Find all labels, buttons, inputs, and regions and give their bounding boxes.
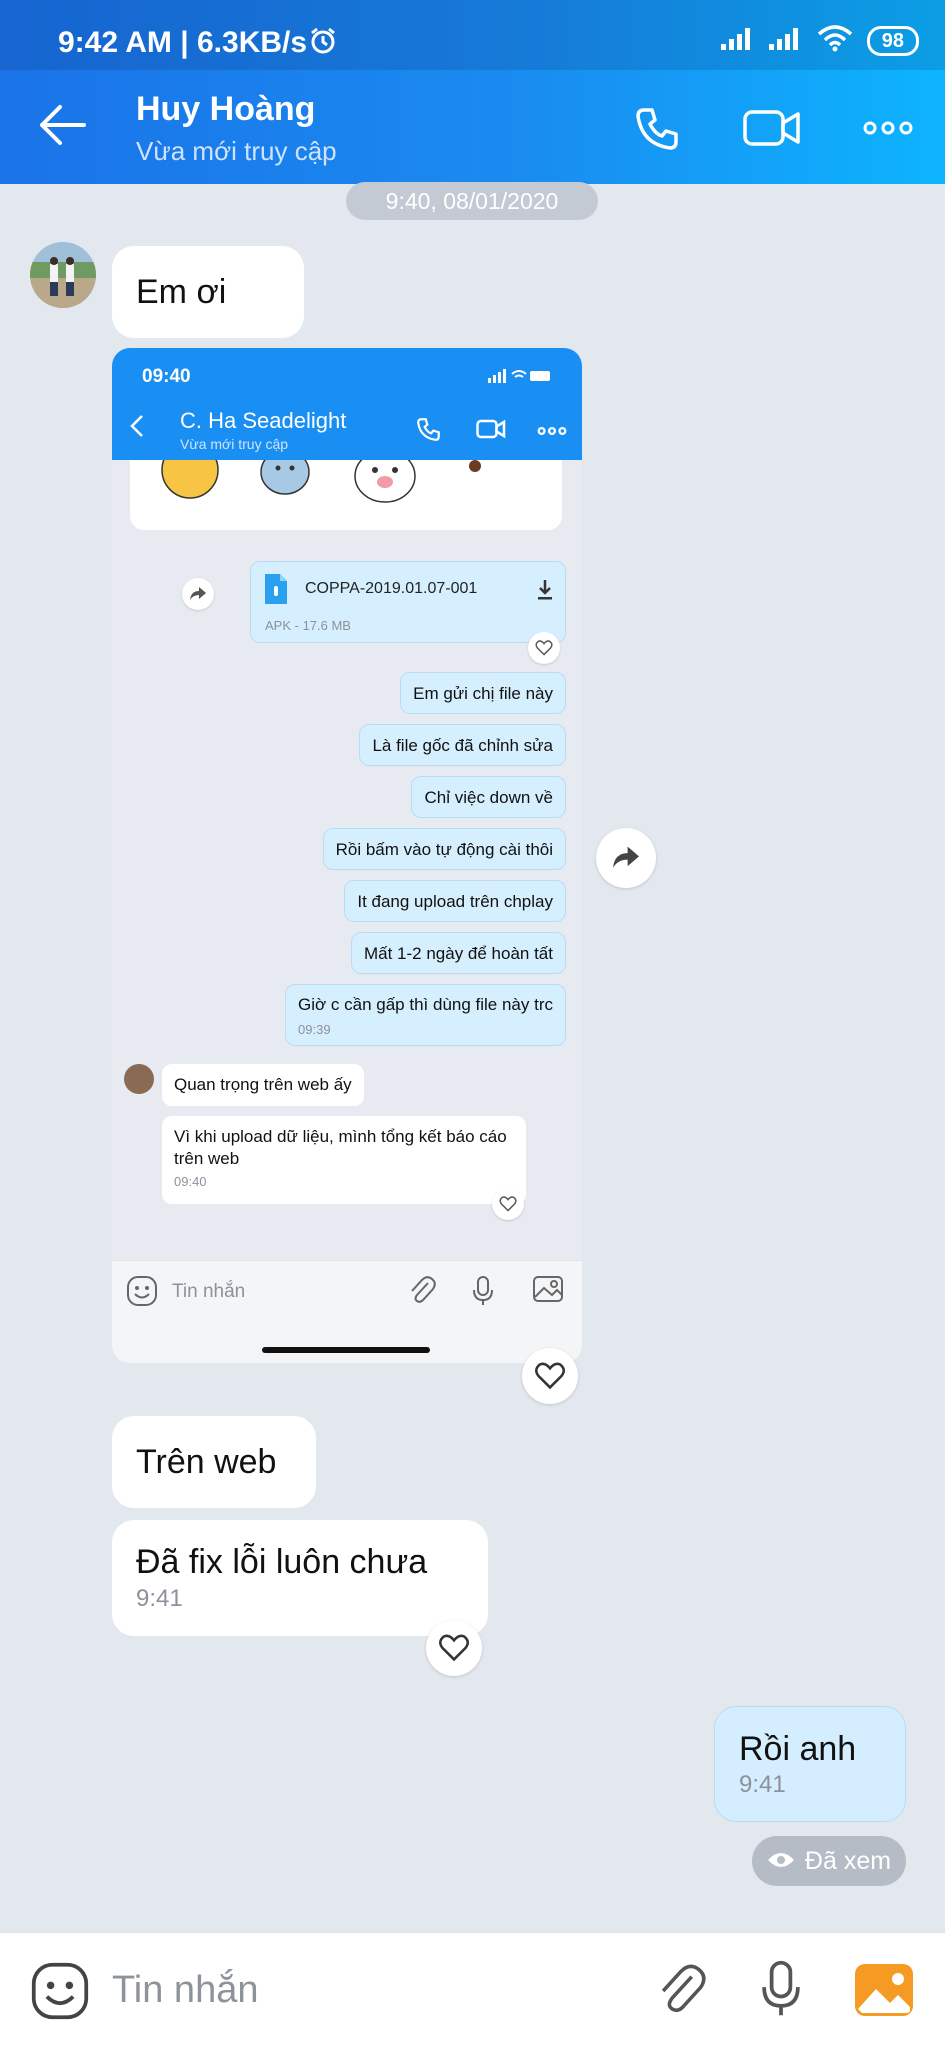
seen-status-badge: Đã xem [752, 1836, 906, 1886]
shot-heart-icon [492, 1188, 524, 1220]
shot-outgoing-message: Rồi bấm vào tự động cài thôi [322, 828, 566, 870]
shot-status-time: 09:40 [142, 366, 191, 387]
message-text: Rồi anh [739, 1730, 857, 1768]
file-meta: APK - 17.6 MB [265, 618, 351, 633]
video-call-icon[interactable] [742, 100, 802, 156]
message-input[interactable]: Tin nhắn [112, 1969, 258, 2012]
sticker-card [130, 460, 562, 530]
shot-message-time: 09:39 [298, 1022, 331, 1037]
shot-file-attachment: COPPA-2019.01.07-001 APK - 17.6 MB [250, 561, 566, 643]
message-bubble-incoming[interactable]: Đã fix lỗi luôn chưa 9:41 [112, 1520, 488, 1636]
message-text: Đã fix lỗi luôn chưa [136, 1543, 428, 1581]
shot-heart-icon [528, 632, 560, 664]
shot-image-icon [532, 1275, 564, 1308]
message-text: Em ơi [136, 273, 227, 311]
shot-input-placeholder: Tin nhắn [172, 1281, 246, 1302]
shot-incoming-message-long: Vì khi upload dữ liệu, mình tổng kết báo… [162, 1116, 526, 1204]
message-bubble-outgoing[interactable]: Rồi anh 9:41 [714, 1706, 906, 1822]
status-bar: 9:42 AM | 6.3KB/s 98 [0, 0, 945, 70]
emoji-sticker-icon[interactable] [30, 1961, 90, 2026]
message-composer: Tin nhắn [0, 1932, 945, 2048]
download-icon [537, 578, 553, 605]
shot-outgoing-message-last: Giờ c cần gấp thì dùng file này trc 09:3… [285, 984, 566, 1046]
contact-name[interactable]: Huy Hoàng [136, 90, 315, 129]
shot-outgoing-message: It đang upload trên chplay [344, 880, 566, 922]
top-bar: 9:42 AM | 6.3KB/s 98 Huy Hoàng Vừa mới t… [0, 0, 945, 184]
heart-reaction-icon[interactable] [426, 1620, 482, 1676]
shot-contact-name: C. Ha Seadelight [180, 408, 347, 433]
gallery-image-icon[interactable] [854, 1963, 914, 2022]
shot-outgoing-message: Chỉ việc down về [411, 776, 566, 818]
microphone-icon[interactable] [760, 1959, 802, 2024]
shared-screenshot-image[interactable]: 09:40 C. Ha Seadelight Vừa mới truy cập [112, 348, 582, 1363]
contact-status: Vừa mới truy cập [136, 136, 337, 166]
message-time: 9:41 [136, 1585, 183, 1612]
attachment-icon[interactable] [656, 1961, 706, 2026]
status-time: 9:42 AM | 6.3KB/s [58, 26, 308, 59]
seen-label: Đã xem [804, 1846, 892, 1875]
back-arrow-icon[interactable] [36, 100, 96, 154]
signal-icon-2 [768, 26, 803, 55]
eye-icon [767, 1847, 795, 1876]
date-divider: 9:40, 08/01/2020 [346, 182, 598, 220]
message-text: Trên web [136, 1443, 277, 1481]
shot-status-icons [488, 368, 552, 389]
heart-reaction-icon[interactable] [522, 1348, 578, 1404]
shot-attach-icon [408, 1275, 436, 1312]
file-icon [263, 572, 289, 611]
shot-back-icon [130, 414, 144, 443]
shot-home-indicator [262, 1347, 430, 1353]
message-bubble-incoming[interactable]: Em ơi [112, 246, 304, 338]
alarm-icon [308, 26, 338, 61]
shot-message-time: 09:40 [174, 1174, 207, 1189]
status-icons: 98 [720, 24, 919, 57]
shot-outgoing-message: Là file gốc đã chỉnh sửa [359, 724, 566, 766]
shot-phone-icon [416, 416, 442, 447]
shot-mic-icon [472, 1275, 494, 1312]
more-options-icon[interactable] [858, 100, 918, 156]
shot-emoji-icon [126, 1275, 158, 1312]
message-time: 9:41 [739, 1771, 786, 1798]
forward-button[interactable] [596, 828, 656, 888]
shot-outgoing-message: Mất 1-2 ngày để hoàn tất [350, 932, 566, 974]
shot-contact-status: Vừa mới truy cập [180, 436, 289, 452]
battery-indicator: 98 [866, 25, 919, 56]
shot-video-icon [476, 418, 506, 445]
contact-avatar[interactable] [30, 242, 96, 308]
shot-outgoing-message: Em gửi chị file này [400, 672, 566, 714]
phone-call-icon[interactable] [628, 100, 688, 156]
message-bubble-incoming[interactable]: Trên web [112, 1416, 316, 1508]
shot-input-bar: Tin nhắn [112, 1260, 582, 1363]
wifi-icon [817, 24, 853, 57]
signal-icon [720, 26, 755, 55]
shot-incoming-message: Quan trọng trên web ấy [162, 1064, 364, 1106]
shot-contact-avatar [124, 1064, 154, 1094]
shot-header: 09:40 C. Ha Seadelight Vừa mới truy cập [112, 348, 582, 460]
shot-forward-icon [182, 578, 214, 610]
file-name: COPPA-2019.01.07-001 [305, 580, 478, 597]
shot-more-icon [537, 424, 567, 442]
